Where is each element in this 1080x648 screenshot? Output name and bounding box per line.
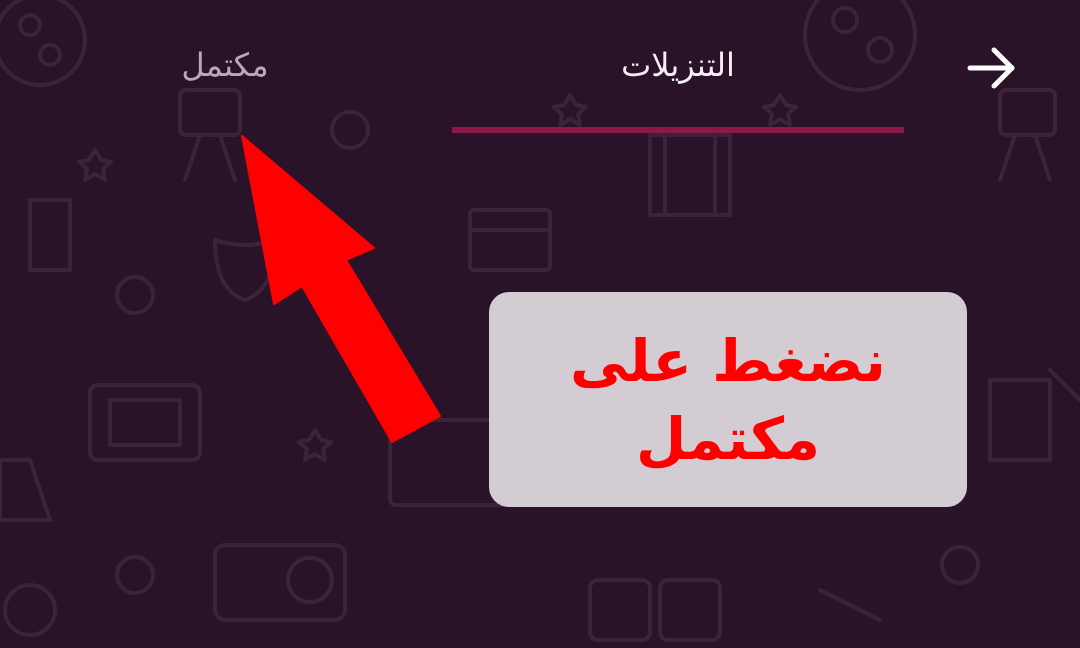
instruction-callout: نضغط على مكتمل xyxy=(489,292,967,507)
red-arrow-pointer-icon xyxy=(241,135,441,443)
tab-downloads[interactable]: التنزيلات xyxy=(452,46,904,84)
back-button[interactable] xyxy=(960,40,1024,96)
arrow-right-icon xyxy=(967,47,1015,89)
tab-completed[interactable]: مكتمل xyxy=(130,46,320,84)
instruction-text: نضغط على مكتمل xyxy=(570,326,886,473)
tab-selected-indicator xyxy=(452,127,904,133)
